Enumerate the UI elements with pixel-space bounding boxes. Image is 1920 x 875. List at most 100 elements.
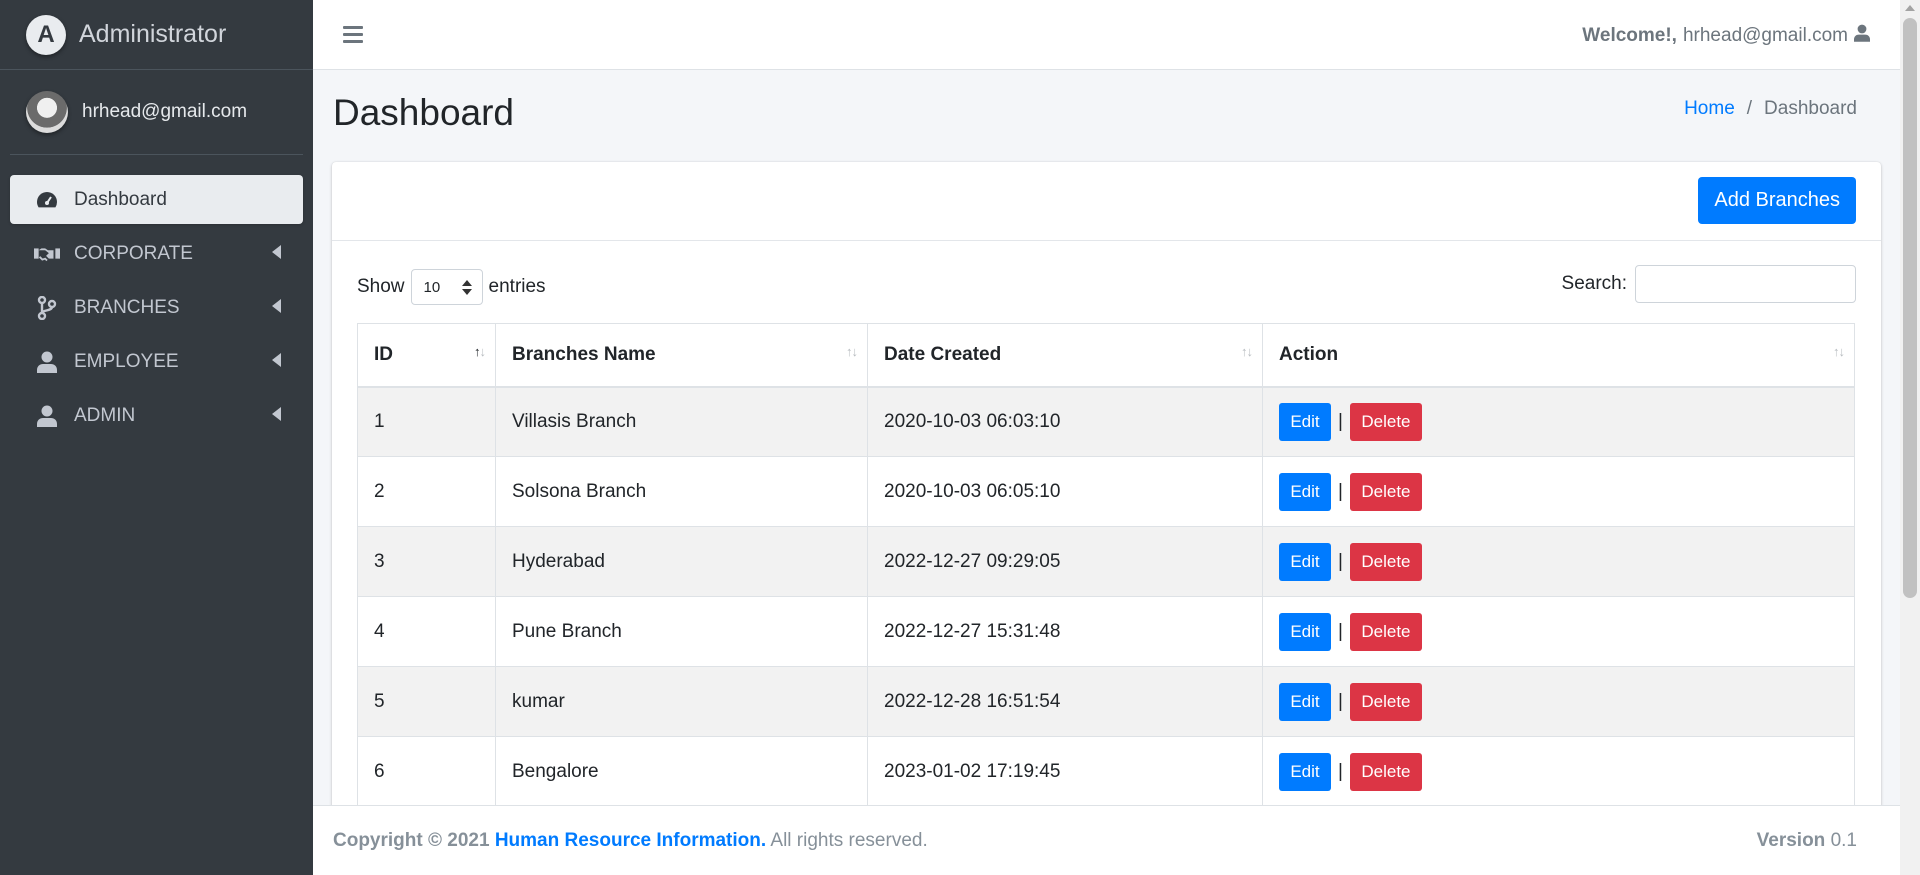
column-header-action[interactable]: Action ↑↓ [1262, 323, 1855, 388]
cell-branch-name: kumar [495, 666, 868, 737]
branches-card: Add Branches Show 10 entries Search: ID [332, 162, 1881, 805]
delete-button[interactable]: Delete [1349, 402, 1422, 441]
action-separator: | [1338, 410, 1343, 432]
column-header-label: ID [374, 343, 393, 365]
sort-icon: ↑↓ [1241, 344, 1253, 359]
cell-action: Edit | Delete [1262, 526, 1855, 597]
version-value: 0.1 [1830, 829, 1857, 851]
code-branch-icon [34, 295, 60, 320]
select-arrows-icon [461, 280, 472, 295]
chevron-left-icon [272, 299, 281, 313]
cell-date-created: 2020-10-03 06:03:10 [867, 386, 1263, 457]
branches-table: ID ↑↓ Branches Name ↑↓ Date Created ↑↓ A… [357, 323, 1855, 805]
version-label: Version [1756, 829, 1826, 851]
scroll-up-icon[interactable] [1905, 5, 1915, 11]
welcome-email: hrhead@gmail.com [1682, 25, 1848, 46]
table-row: 5 kumar 2022-12-28 16:51:54 Edit | Delete [357, 666, 1855, 737]
scrollbar-thumb[interactable] [1903, 18, 1917, 598]
cell-action: Edit | Delete [1262, 596, 1855, 667]
tachometer-icon [34, 188, 60, 212]
chevron-left-icon [272, 353, 281, 367]
column-header-label: Branches Name [512, 343, 656, 365]
column-header-id[interactable]: ID ↑↓ [357, 323, 496, 388]
user-icon [34, 350, 60, 374]
cell-branch-name: Pune Branch [495, 596, 868, 667]
sort-icon: ↑↓ [846, 344, 858, 359]
menu-toggle-icon[interactable] [343, 26, 363, 43]
search-input[interactable] [1635, 265, 1856, 303]
edit-button[interactable]: Edit [1279, 612, 1331, 651]
card-header: Add Branches [332, 162, 1881, 241]
action-group: Edit | Delete [1279, 472, 1854, 511]
sidebar-item-employee[interactable]: EMPLOYEE [10, 337, 303, 386]
user-email: hrhead@gmail.com [82, 101, 248, 122]
cell-branch-name: Bengalore [495, 736, 868, 805]
add-branches-button[interactable]: Add Branches [1698, 177, 1856, 224]
entries-select[interactable]: 10 [410, 269, 483, 305]
page-title: Dashboard [333, 92, 515, 133]
delete-button[interactable]: Delete [1349, 542, 1422, 581]
edit-button[interactable]: Edit [1279, 472, 1331, 511]
sort-icon: ↑↓ [474, 344, 486, 359]
brand-link[interactable]: A Administrator [0, 0, 313, 70]
table-controls: Show 10 entries Search: [332, 241, 1881, 323]
cell-date-created: 2022-12-28 16:51:54 [867, 666, 1263, 737]
sidebar-item-branches[interactable]: BRANCHES [10, 283, 303, 332]
table-body: 1 Villasis Branch 2020-10-03 06:03:10 Edit |… [357, 386, 1855, 805]
table-search: Search: [1562, 265, 1856, 303]
handshake-icon [34, 242, 60, 266]
cell-id: 6 [357, 736, 496, 805]
cell-id: 2 [357, 456, 496, 527]
page-scrollbar[interactable] [1900, 0, 1920, 875]
edit-button[interactable]: Edit [1279, 542, 1331, 581]
breadcrumb-home-link[interactable]: Home [1684, 98, 1735, 120]
sidebar-item-label: EMPLOYEE [74, 350, 179, 372]
delete-button[interactable]: Delete [1349, 472, 1422, 511]
action-separator: | [1338, 690, 1343, 712]
breadcrumb-current: Dashboard [1764, 98, 1857, 119]
copyright-text: Copyright © 2021 [333, 829, 490, 851]
cell-id: 4 [357, 596, 496, 667]
delete-button[interactable]: Delete [1349, 752, 1422, 791]
brand-title: Administrator [79, 20, 227, 48]
action-group: Edit | Delete [1279, 542, 1854, 581]
sort-icon: ↑↓ [1833, 344, 1845, 359]
show-label: Show [357, 276, 405, 297]
sidebar-item-dashboard[interactable]: Dashboard [10, 175, 303, 224]
cell-action: Edit | Delete [1262, 386, 1855, 457]
cell-date-created: 2023-01-02 17:19:45 [867, 736, 1263, 805]
sidebar-item-label: BRANCHES [74, 296, 180, 318]
entries-select-value: 10 [423, 278, 441, 296]
top-navbar: Welcome!, hrhead@gmail.com [313, 0, 1900, 70]
footer-version: Version 0.1 [1757, 830, 1857, 852]
cell-id: 1 [357, 386, 496, 457]
cell-date-created: 2020-10-03 06:05:10 [867, 456, 1263, 527]
page-length-control: Show 10 entries [357, 269, 546, 305]
avatar [26, 91, 68, 133]
delete-button[interactable]: Delete [1349, 612, 1422, 651]
action-group: Edit | Delete [1279, 682, 1854, 721]
cell-date-created: 2022-12-27 09:29:05 [867, 526, 1263, 597]
column-header-date-created[interactable]: Date Created ↑↓ [867, 323, 1263, 388]
edit-button[interactable]: Edit [1279, 682, 1331, 721]
brand-logo: A [26, 14, 66, 55]
org-link[interactable]: Human Resource Information. [495, 830, 766, 851]
sidebar-item-admin[interactable]: ADMIN [10, 391, 303, 440]
sidebar-item-corporate[interactable]: CORPORATE [10, 229, 303, 278]
edit-button[interactable]: Edit [1279, 752, 1331, 791]
action-separator: | [1338, 550, 1343, 572]
column-header-label: Action [1279, 343, 1339, 365]
sidebar: A Administrator hrhead@gmail.com Dashboa… [0, 0, 313, 875]
sidebar-item-label: CORPORATE [74, 242, 193, 264]
content-header: Dashboard Home / Dashboard [313, 70, 1900, 162]
edit-button[interactable]: Edit [1279, 402, 1331, 441]
user-icon [34, 404, 60, 428]
table-row: 1 Villasis Branch 2020-10-03 06:03:10 Edit |… [357, 386, 1855, 457]
delete-button[interactable]: Delete [1349, 682, 1422, 721]
column-header-branches-name[interactable]: Branches Name ↑↓ [495, 323, 868, 388]
user-panel[interactable]: hrhead@gmail.com [10, 70, 303, 155]
welcome-user[interactable]: Welcome!, hrhead@gmail.com [1582, 24, 1870, 48]
welcome-label: Welcome!, [1582, 25, 1677, 46]
sidebar-item-label: ADMIN [74, 404, 136, 426]
chevron-left-icon [272, 245, 281, 259]
